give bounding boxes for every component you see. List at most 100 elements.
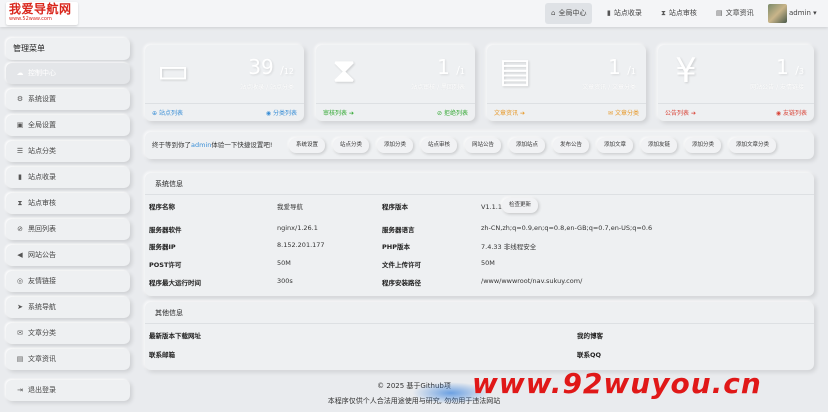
sidebar-item-friend-links[interactable]: ◎ 友情链接 bbox=[6, 271, 130, 292]
system-info-panel: 系统信息 bbox=[145, 173, 814, 296]
check-update-button[interactable]: 检查更新 bbox=[502, 198, 539, 213]
link-friend-list[interactable]: ◉ 友链列表 bbox=[776, 108, 807, 117]
envelope-icon: ✉ bbox=[17, 329, 23, 337]
info-label: 程序名称 bbox=[149, 203, 175, 211]
stat-card-articles: ▤ 1 /1 文章资讯 / 文章分类 文章资讯 ➔ ✉ 文章分类 bbox=[487, 45, 646, 121]
sidebar-item-label: 系统导航 bbox=[28, 303, 56, 311]
image-icon: ▣ bbox=[16, 121, 24, 129]
quick-button-add-category-2[interactable]: 添加分类 bbox=[685, 138, 722, 153]
sidebar-item-label: 站点收录 bbox=[28, 173, 56, 181]
sidebar-title: 管理菜单 bbox=[6, 38, 130, 60]
info-value: 7.4.33 非线程安全 bbox=[481, 243, 537, 251]
sidebar-item-blacklist[interactable]: ⊘ 黑回列表 bbox=[6, 219, 130, 240]
logo-title: 我爱导航网 bbox=[9, 2, 72, 16]
sidebar-item-article-category[interactable]: ✉ 文章分类 bbox=[6, 323, 130, 344]
link-review-list[interactable]: 审核列表 ➔ bbox=[323, 108, 354, 117]
stat-caption: 网站公告 / 友情链接 bbox=[750, 84, 804, 91]
info-label: PHP版本 bbox=[382, 243, 410, 251]
panel-title: 其他信息 bbox=[145, 302, 814, 324]
quick-settings-bar: 终于等到你了admin体验一下快捷设置吧! 系统设置 站点分类 添加分类 站点审… bbox=[145, 132, 814, 159]
nav-label: 全局中心 bbox=[558, 9, 587, 17]
info-label: 程序版本 bbox=[382, 203, 408, 211]
info-value: V1.1.1 bbox=[481, 203, 502, 211]
sidebar-item-articles[interactable]: ▤ 文章资讯 bbox=[6, 349, 130, 370]
info-label: 程序安装路径 bbox=[382, 279, 421, 287]
sidebar-item-label: 黑回列表 bbox=[28, 225, 56, 233]
megaphone-icon: ◀ bbox=[17, 251, 23, 259]
yen-icon: ¥ bbox=[675, 51, 697, 91]
sidebar-item-label: 网站公告 bbox=[28, 251, 56, 259]
link-reject-list[interactable]: ⊘ 拒绝列表 bbox=[437, 108, 468, 117]
news-icon: ▤ bbox=[16, 355, 24, 363]
nav-articles[interactable]: ▤ 文章资讯 bbox=[710, 3, 760, 24]
link-site-list[interactable]: ⊕ 站点列表 bbox=[152, 108, 183, 117]
nav-site-review[interactable]: ⧗ 站点审核 bbox=[655, 3, 703, 24]
info-label: 我的博客 bbox=[577, 332, 603, 340]
info-value: 50M bbox=[481, 259, 495, 267]
quick-button-publish-announcement[interactable]: 发布公告 bbox=[553, 138, 590, 153]
nav-label: 文章资讯 bbox=[725, 9, 754, 17]
link-announcement-list[interactable]: 公告列表 ➔ bbox=[665, 108, 696, 117]
send-icon: ➤ bbox=[17, 303, 23, 311]
info-label: 程序最大运行时间 bbox=[149, 279, 201, 287]
book-icon: ▭ bbox=[156, 51, 190, 91]
nav-label: 站点收录 bbox=[613, 9, 642, 17]
stat-card-review: ⧗ 1 /1 站点审核 / 黑回列表 审核列表 ➔ ⊘ 拒绝列表 bbox=[316, 45, 475, 121]
ban-icon: ⊘ bbox=[437, 110, 443, 117]
sidebar-item-site-review[interactable]: ⧗ 站点审核 bbox=[6, 193, 130, 214]
info-value: 我爱导航 bbox=[277, 203, 303, 211]
info-label: 文件上传许可 bbox=[382, 261, 421, 269]
info-label: 服务器语言 bbox=[382, 226, 415, 234]
stat-value: 1 /3 bbox=[776, 55, 804, 79]
chevron-down-icon: ▾ bbox=[813, 9, 817, 17]
quick-button-system-settings[interactable]: 系统设置 bbox=[289, 138, 326, 153]
quick-button-add-friend-link[interactable]: 添加友链 bbox=[641, 138, 678, 153]
user-menu[interactable]: admin ▾ bbox=[789, 3, 817, 24]
news-icon: ▤ bbox=[716, 9, 723, 17]
sidebar-item-label: 站点分类 bbox=[28, 147, 56, 155]
arrow-right-icon: ➔ bbox=[519, 110, 525, 117]
info-label: 服务器软件 bbox=[149, 226, 182, 234]
avatar[interactable] bbox=[768, 4, 787, 23]
quick-button-site-category[interactable]: 站点分类 bbox=[333, 138, 370, 153]
stat-card-sites: ▭ 39 /12 站点收录 / 站点分类 ⊕ 站点列表 ◉ 分类列表 bbox=[145, 45, 304, 121]
envelope-icon: ✉ bbox=[608, 110, 614, 117]
nav-home[interactable]: ⌂ 全局中心 bbox=[545, 3, 593, 24]
quick-button-add-article-category[interactable]: 添加文章分类 bbox=[729, 138, 777, 153]
stat-value: 1 /1 bbox=[608, 55, 636, 79]
other-info-panel: 其他信息 bbox=[145, 302, 814, 370]
sidebar: 管理菜单 ☁ 控制中心 ⚙ 系统设置 ▣ 全局设置 ☰ 站点分类 ▮ 站点收录 ⧗ 站点审核… bbox=[6, 38, 130, 406]
info-label: POST许可 bbox=[149, 261, 182, 269]
link-articles[interactable]: 文章资讯 ➔ bbox=[494, 108, 525, 117]
info-label: 服务器IP bbox=[149, 243, 176, 251]
newspaper-icon: ▤ bbox=[498, 51, 532, 91]
sidebar-item-system-nav[interactable]: ➤ 系统导航 bbox=[6, 297, 130, 318]
eye-icon: ◉ bbox=[775, 110, 782, 117]
gear-icon: ⚙ bbox=[16, 95, 24, 103]
link-article-category[interactable]: ✉ 文章分类 bbox=[608, 108, 639, 117]
sidebar-item-site-collect[interactable]: ▮ 站点收录 bbox=[6, 167, 130, 188]
home-icon: ⌂ bbox=[551, 9, 556, 17]
sidebar-item-system-settings[interactable]: ⚙ 系统设置 bbox=[6, 89, 130, 110]
sidebar-item-global-settings[interactable]: ▣ 全局设置 bbox=[6, 115, 130, 136]
eye-icon: ◎ bbox=[16, 277, 24, 285]
hourglass-icon: ⧗ bbox=[661, 9, 666, 17]
top-navbar: 我爱导航网 www.52waw.com ⌂ 全局中心 ▮ 站点收录 ⧗ 站点审核 ▤ 文… bbox=[0, 0, 828, 27]
list-icon: ☰ bbox=[16, 147, 24, 155]
quick-button-add-site[interactable]: 添加站点 bbox=[509, 138, 546, 153]
plus-circle-icon: ⊕ bbox=[152, 110, 158, 117]
quick-button-add-article[interactable]: 添加文章 bbox=[597, 138, 634, 153]
nav-label: 站点审核 bbox=[668, 9, 697, 17]
quick-button-site-review[interactable]: 站点审核 bbox=[421, 138, 458, 153]
sidebar-item-site-category[interactable]: ☰ 站点分类 bbox=[6, 141, 130, 162]
info-value: zh-CN,zh;q=0.9,en;q=0.8,en-GB;q=0.7,en-U… bbox=[481, 224, 653, 232]
quick-button-add-category[interactable]: 添加分类 bbox=[377, 138, 414, 153]
sidebar-item-label: 友情链接 bbox=[28, 277, 56, 285]
link-category-list[interactable]: ◉ 分类列表 bbox=[266, 108, 297, 117]
quick-button-announcements[interactable]: 网站公告 bbox=[465, 138, 502, 153]
nav-site-collect[interactable]: ▮ 站点收录 bbox=[601, 3, 648, 24]
watermark: www.92wuyou.cn bbox=[472, 367, 762, 400]
sidebar-item-announcements[interactable]: ◀ 网站公告 bbox=[6, 245, 130, 266]
site-logo[interactable]: 我爱导航网 www.52waw.com bbox=[6, 2, 78, 25]
sidebar-item-control-center[interactable]: ☁ 控制中心 bbox=[6, 63, 130, 84]
